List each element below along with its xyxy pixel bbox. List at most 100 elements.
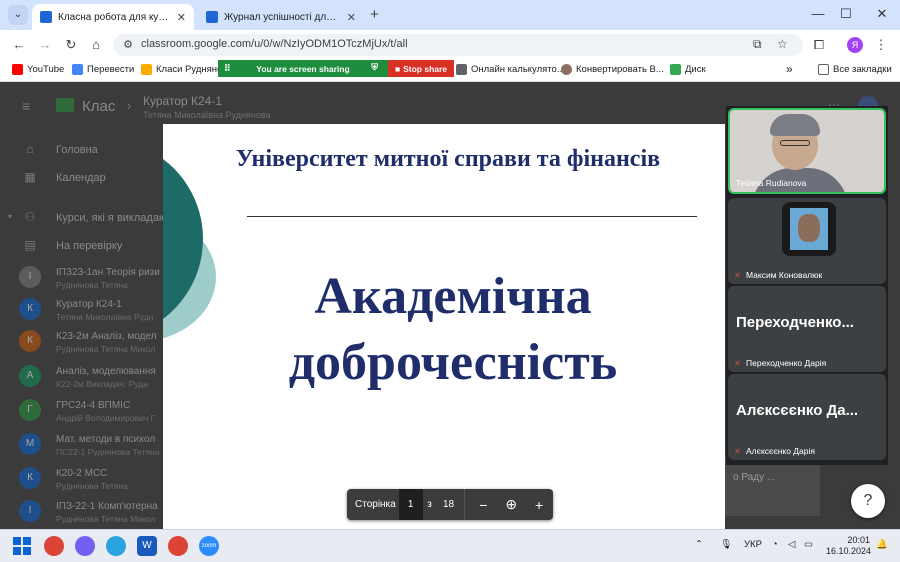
language-indicator[interactable]: УКР (744, 539, 762, 550)
avatar-face (798, 214, 820, 242)
zoom-out-button[interactable]: − (469, 497, 497, 513)
course-avatar: К (19, 330, 41, 352)
course-item[interactable]: Г ГРС24-4 ВПМІС Андрій Володимирович Г (0, 395, 165, 428)
course-teacher: Тетяна Миколаївна Рудн (56, 312, 154, 322)
new-tab-button[interactable]: + (370, 6, 379, 23)
course-item[interactable]: К К20-2 МСС Руднянова Тетяна (0, 463, 165, 496)
sidebar-item-calendar[interactable]: ▦ Календар (0, 164, 165, 192)
extensions-icon[interactable]: ⧠ (810, 36, 828, 54)
stop-share-label: Stop share (403, 63, 448, 74)
video-hair-shape (770, 114, 820, 136)
course-item[interactable]: М Мат. методи в психол ПС22-1 Руднянова … (0, 429, 165, 462)
bookmark-label: Онлайн калькулято... (471, 64, 565, 75)
bookmarks-bar: YouTube Перевести Класи Руднянова ⠿ You … (0, 60, 900, 82)
maximize-button[interactable]: ☐ (836, 6, 856, 22)
microphone-icon[interactable]: 🎙 (720, 539, 732, 550)
course-avatar: А (19, 365, 41, 387)
site-info-icon[interactable]: ⚙ (121, 38, 135, 52)
bookmark-drive[interactable]: Диск (670, 64, 706, 75)
window-close-button[interactable]: ✕ (872, 6, 892, 22)
battery-icon[interactable]: ▭ (804, 539, 813, 550)
course-name: ІПЗ23-1ан Теорія ризи (56, 267, 160, 278)
youtube-icon (12, 64, 23, 75)
sidebar-item-label: Календар (56, 172, 106, 184)
reload-button[interactable]: ↻ (62, 36, 80, 54)
bookmark-convert[interactable]: Конвертировать В... (561, 64, 664, 75)
stop-icon: ■ (394, 63, 401, 74)
participant-tile-video[interactable]: Tetiana Rudianova (728, 108, 886, 194)
page-number-input[interactable]: 1 (398, 489, 423, 520)
clock[interactable]: 20:01 16.10.2024 (826, 535, 871, 557)
course-item[interactable]: А Аналіз, моделювання К22-2м Викладач: Р… (0, 361, 165, 394)
zoom-in-button[interactable]: + (525, 497, 553, 513)
course-name: ГРС24-4 ВПМІС (56, 400, 131, 411)
back-button[interactable]: ← (10, 36, 28, 54)
course-item[interactable]: К К23-2м Аналіз, модел Руднянова Тетяна … (0, 326, 165, 359)
course-item[interactable]: К Куратор К24-1 Тетяна Миколаївна Рудн (0, 294, 165, 327)
screen-share-banner: ⠿ You are screen sharing ⛨ ■ Stop share (218, 60, 454, 77)
telegram-icon[interactable] (106, 536, 126, 556)
stop-share-button[interactable]: ■ Stop share (388, 60, 454, 77)
home-button[interactable]: ⌂ (87, 36, 105, 54)
more-menu-icon[interactable]: ⋮ (872, 36, 890, 54)
drag-handle-icon[interactable]: ⠿ (224, 63, 231, 74)
participant-tile-avatar[interactable]: ✕ Максим Коновалюк (728, 198, 886, 284)
address-bar[interactable]: ⚙ classroom.google.com/u/0/w/NzIyODM1OTc… (113, 34, 803, 56)
slide-university-name: Університет митної справи та фінансів (235, 146, 661, 172)
sidebar-item-teaching[interactable]: ▾ ⚇ Курси, які я викладаю (0, 204, 167, 232)
sidebar-item-home[interactable]: ⌂ Головна (0, 136, 165, 164)
app-name[interactable]: Клас (82, 98, 115, 115)
tab-search-button[interactable]: ⌄ (8, 5, 28, 25)
course-teacher: ПС22-1 Руднянова Тетяна (56, 447, 160, 457)
zoom-reset-icon[interactable]: ⊕ (497, 496, 525, 513)
zoom-icon[interactable]: zoom (199, 536, 219, 556)
close-icon[interactable]: ✕ (347, 11, 356, 24)
notifications-icon[interactable]: 🔔 (876, 539, 888, 550)
bookmark-calculator[interactable]: Онлайн калькулято... (456, 64, 565, 75)
course-item[interactable]: І ІПЗ23-1ан Теорія ризи Руднянова Тетяна (0, 262, 165, 295)
volume-icon[interactable]: ◁ (788, 539, 795, 550)
viber-icon[interactable] (75, 536, 95, 556)
participant-tile-name[interactable]: Переходченко... ✕ Переходченко Дарія (728, 286, 886, 372)
all-bookmarks-button[interactable]: Все закладки (818, 64, 892, 75)
participant-tile-name[interactable]: Алєксєєнко Да... ✕ Алєксєєнко Дарія (728, 374, 886, 460)
participant-name: Максим Коновалюк (746, 270, 823, 280)
course-name: К20-2 МСС (56, 468, 108, 479)
help-button[interactable]: ? (851, 484, 885, 518)
bookmark-youtube[interactable]: YouTube (12, 64, 64, 75)
tab-label: Журнал успішності для курсу " (224, 11, 341, 23)
course-teacher: Руднянова Тетяна Микол (56, 344, 156, 354)
classwork-card[interactable]: о Раду ... (725, 456, 820, 516)
course-title[interactable]: Куратор К24-1 (143, 94, 222, 108)
pager-label: Сторінка (355, 499, 396, 510)
forward-button[interactable]: → (36, 36, 54, 54)
translate-icon (72, 64, 83, 75)
hamburger-menu-icon[interactable]: ≡ (22, 98, 30, 114)
caret-down-icon[interactable]: ▾ (8, 212, 12, 221)
course-avatar: К (19, 467, 41, 489)
browser-tab-classwork[interactable]: Класна робота для курсу "Кур ✕ (32, 4, 194, 30)
convert-icon (561, 64, 572, 75)
bookmarks-more-button[interactable]: » (786, 62, 793, 76)
minimize-button[interactable]: — (808, 6, 828, 21)
chevron-right-icon: › (127, 98, 132, 113)
profile-avatar[interactable]: Я (847, 37, 863, 53)
close-icon[interactable]: ✕ (177, 11, 186, 24)
sidebar-item-label: Головна (56, 144, 98, 156)
windows-start-icon[interactable] (12, 536, 32, 556)
word-icon[interactable]: W (137, 536, 157, 556)
bookmark-translate[interactable]: Перевести (72, 64, 134, 75)
tray-expand-icon[interactable]: ⌃ (695, 539, 703, 550)
wifi-icon[interactable]: ◔ (772, 539, 778, 550)
course-item[interactable]: І ІПЗ-22-1 Комп'ютерна Руднянова Тетяна … (0, 496, 165, 529)
chrome-icon[interactable] (44, 536, 64, 556)
course-avatar: К (19, 298, 41, 320)
chrome-profile-icon[interactable] (168, 536, 188, 556)
cast-icon[interactable]: ⧉ (753, 37, 762, 52)
course-teacher: Андрій Володимирович Г (56, 413, 156, 423)
bookmark-star-icon[interactable]: ☆ (777, 37, 788, 51)
windows-taskbar: W zoom ⌃ 🎙 УКР ◔ ◁ ▭ 20:01 16.10.2024 🔔 (0, 529, 900, 562)
bookmark-label: YouTube (27, 64, 65, 75)
browser-tab-gradebook[interactable]: Журнал успішності для курсу " ✕ (198, 4, 364, 30)
sidebar-item-review[interactable]: ▤ На перевірку (0, 232, 165, 260)
